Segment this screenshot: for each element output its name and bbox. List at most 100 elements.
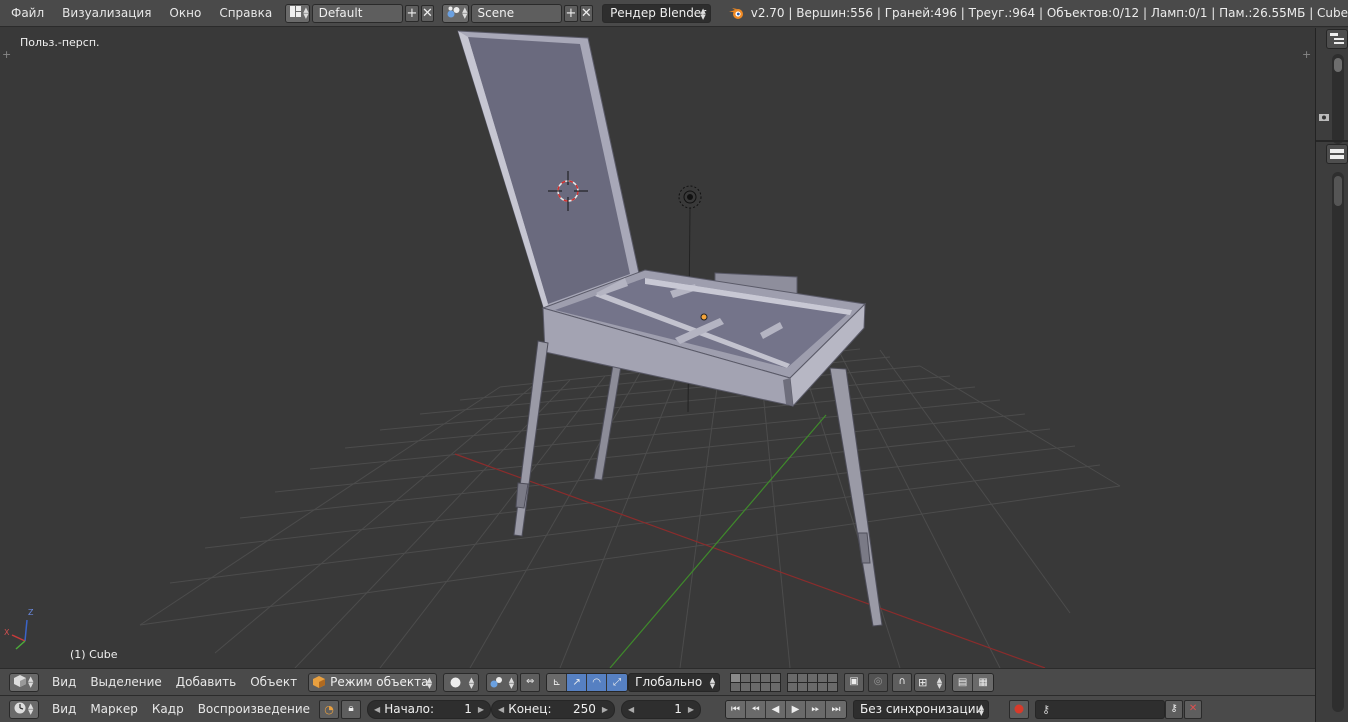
start-frame-field[interactable]: ◀ Начало: 1 ▶ [367,699,492,719]
menu-add[interactable]: Добавить [169,675,243,689]
opengl-render-still-button[interactable]: ▤ [953,673,974,691]
keying-set-field[interactable]: ⚷ [1035,699,1166,719]
auto-keying-button[interactable] [1009,699,1030,719]
clock-icon [14,702,26,717]
sync-mode-select[interactable]: Без синхронизации ▲ ▼ [853,699,990,719]
translate-manipulator-button[interactable]: ↗ [567,673,588,691]
add-screen-button[interactable]: + [405,4,419,22]
camera-icon [1319,110,1329,124]
chevron-right-icon: ▶ [477,704,485,714]
lock-layers-button[interactable]: ▣ [844,672,865,692]
menu-file[interactable]: Файл [0,0,53,27]
properties-scrollbar[interactable] [1332,172,1344,712]
mode-select[interactable]: Режим объекта ▲ ▼ [308,672,438,692]
view-label: Польз.-персп. [20,36,100,49]
info-header: Файл Визуализация Окно Справка ▲ ▼ Defaul… [0,0,1348,27]
scene-layers-group-2[interactable] [787,672,839,692]
pivot-point-select[interactable]: ▲ ▼ [486,672,519,692]
transform-orientation-select[interactable]: Глобально ▲ ▼ [628,672,721,692]
preview-range-button[interactable]: ◔ [319,699,340,719]
menu-window[interactable]: Окно [160,0,210,27]
layer-button[interactable] [818,673,828,682]
3d-viewport[interactable]: + + Польз.-персп. (1) Cube Z X [0,28,1315,668]
layer-button[interactable] [761,682,771,691]
layer-button[interactable] [731,673,741,682]
jump-start-button[interactable]: ⏮︎ [726,700,747,718]
outliner-type-button[interactable] [1326,29,1348,49]
delete-screen-button[interactable]: ✕ [420,4,435,22]
plus-icon: + [565,5,577,21]
editor-type-3d-button[interactable]: ▲ ▼ [9,672,39,692]
layer-button[interactable] [741,682,751,691]
menu-object[interactable]: Объект [243,675,304,689]
scene-type-button[interactable]: ▲ ▼ [442,3,469,23]
layer-button[interactable] [828,682,838,691]
pivot-icon [490,676,503,688]
scrollbar-thumb[interactable] [1334,176,1342,206]
layer-button[interactable] [761,673,771,682]
layer-button[interactable] [771,682,781,691]
end-frame-field[interactable]: ◀ Конец: 250 ▶ [491,699,616,719]
chevron-right-icon: ▶ [601,704,609,714]
layer-button[interactable] [751,682,761,691]
layer-button[interactable] [798,682,808,691]
outliner-scrollbar[interactable] [1332,54,1344,144]
play-button[interactable]: ▶ [786,700,807,718]
delete-keyframe-button[interactable]: ✕ [1184,699,1203,719]
layer-button[interactable] [808,673,818,682]
current-frame-field[interactable]: ◀ 1 ▶ [621,699,702,719]
layer-button[interactable] [788,673,798,682]
delete-scene-button[interactable]: ✕ [579,4,594,22]
menu-help[interactable]: Справка [210,0,281,27]
next-keyframe-button[interactable]: ⏩︎ [806,700,827,718]
stopwatch-icon: ◔ [324,702,334,716]
add-scene-button[interactable]: + [564,4,578,22]
menu-select[interactable]: Выделение [83,675,168,689]
manipulate-center-button[interactable]: ⇔ [520,672,541,692]
screen-layout-field[interactable]: Default [311,3,404,23]
viewport-shading-select[interactable]: ▲ ▼ [443,672,480,692]
scene-layers-group-1[interactable] [730,672,782,692]
layer-button[interactable] [798,673,808,682]
jump-end-button[interactable]: ⏭︎ [826,700,847,718]
play-reverse-button[interactable]: ◀ [766,700,787,718]
playback-controls: ⏮︎ ⏪︎ ◀ ▶ ⏩︎ ⏭︎ [725,699,848,719]
menu-marker[interactable]: Маркер [83,702,145,716]
menu-view[interactable]: Вид [45,675,83,689]
manipulator-toggle-button[interactable]: ⊾ [547,673,568,691]
layer-button[interactable] [818,682,828,691]
scrollbar-thumb[interactable] [1334,58,1342,72]
menu-render[interactable]: Визуализация [53,0,160,27]
menu-playback[interactable]: Воспроизведение [191,702,317,716]
rotate-manipulator-button[interactable]: ◠ [587,673,608,691]
snap-toggle-button[interactable]: ∩ [892,672,913,692]
viewport-canvas[interactable]: + + [0,28,1315,668]
snap-element-select[interactable]: ⊞ ▲ ▼ [914,672,947,692]
layer-button[interactable] [741,673,751,682]
properties-editor-strip[interactable] [1315,28,1348,722]
layer-button[interactable] [788,682,798,691]
layer-button[interactable] [751,673,761,682]
opengl-render-animation-button[interactable]: ▦ [973,673,994,691]
editor-type-timeline-button[interactable]: ▲ ▼ [9,699,39,719]
close-icon: ✕ [580,5,592,21]
floor-grid [139,348,1121,668]
scene-field[interactable]: Scene [470,3,563,23]
properties-type-button[interactable] [1326,144,1348,164]
menu-frame[interactable]: Кадр [145,702,191,716]
prev-keyframe-button[interactable]: ⏪︎ [746,700,767,718]
render-engine-select[interactable]: Рендер Blender ▲ ▼ [602,3,711,23]
layer-button[interactable] [771,673,781,682]
render-buttons-group: ▤ ▦ [952,672,995,692]
insert-keyframe-button[interactable]: ⚷ [1165,699,1184,719]
proportional-edit-button[interactable]: ◎ [868,672,889,692]
clapper-icon: ▦ [978,676,988,688]
layer-button[interactable] [828,673,838,682]
layer-button[interactable] [808,682,818,691]
menu-view[interactable]: Вид [45,702,83,716]
screen-layout-type-button[interactable]: ▲ ▼ [285,3,310,23]
layer-button[interactable] [731,682,741,691]
lock-time-button[interactable]: 🔒︎ [341,699,362,719]
scale-manipulator-button[interactable]: ⤢ [607,673,628,691]
updown-arrows-icon: ▲ ▼ [978,702,985,717]
